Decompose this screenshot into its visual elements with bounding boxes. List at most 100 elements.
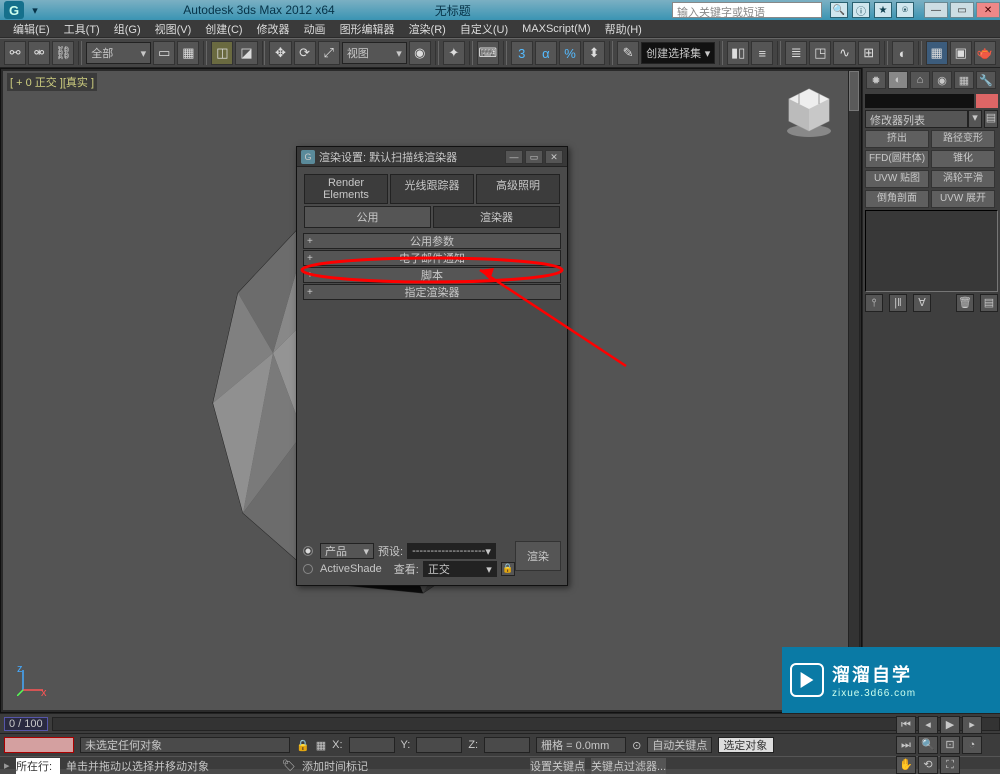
window-crossing-icon[interactable]: ◪ xyxy=(235,41,257,65)
tab-raytracer[interactable]: 光线跟踪器 xyxy=(390,174,474,204)
selected-dropdown[interactable]: 选定对象 xyxy=(718,737,774,753)
mod-ffd[interactable]: FFD(圆柱体) xyxy=(865,150,929,168)
mod-turbosmooth[interactable]: 涡轮平滑 xyxy=(931,170,995,188)
menu-view[interactable]: 视图(V) xyxy=(148,21,199,37)
orbit-icon[interactable]: ⟲ xyxy=(918,756,938,774)
rollout-email[interactable]: +电子邮件通知 xyxy=(303,250,561,266)
max-viewport-icon[interactable]: ⛶ xyxy=(940,756,960,774)
tab-motion[interactable]: ◉ xyxy=(932,71,952,89)
select-manipulate-icon[interactable]: ✦ xyxy=(443,41,465,65)
viewcube[interactable] xyxy=(779,81,839,141)
spinner-snap-icon[interactable]: ⬍ xyxy=(583,41,605,65)
minimize-button[interactable]: — xyxy=(924,2,948,18)
render-setup-icon[interactable]: ▦ xyxy=(926,41,948,65)
make-unique-icon[interactable]: ∀ xyxy=(913,294,931,312)
next-frame-icon[interactable]: ▸ xyxy=(962,716,982,734)
tab-common[interactable]: 公用 xyxy=(304,206,431,228)
pivot-icon[interactable]: ◉ xyxy=(409,41,431,65)
selection-filter[interactable]: 全部▾ xyxy=(86,42,151,64)
modifier-stack[interactable] xyxy=(865,210,998,292)
mod-uvwmap[interactable]: UVW 贴图 xyxy=(865,170,929,188)
help-icon[interactable]: ⓘ xyxy=(852,2,870,18)
select-icon[interactable]: ▭ xyxy=(153,41,175,65)
tab-adv-lighting[interactable]: 高级照明 xyxy=(476,174,560,204)
preset-dropdown[interactable]: --------------------▾ xyxy=(407,543,496,559)
bind-icon[interactable]: ⛓ xyxy=(52,41,74,65)
tab-create[interactable]: ✹ xyxy=(866,71,886,89)
keyfilter-button[interactable]: 关键点过滤器... xyxy=(591,758,666,774)
viewport-label[interactable]: [ + 0 正交 ][真实 ] xyxy=(7,73,97,91)
modifier-list[interactable]: 修改器列表 xyxy=(865,110,968,128)
script-handle-icon[interactable]: ▸ xyxy=(4,759,10,772)
mod-taper[interactable]: 锥化 xyxy=(931,150,995,168)
tab-renderer[interactable]: 渲染器 xyxy=(433,206,560,228)
rollout-scripts[interactable]: +脚本 xyxy=(303,267,561,283)
select-name-icon[interactable]: ▦ xyxy=(177,41,199,65)
link-icon[interactable]: ⚯ xyxy=(4,41,26,65)
script-row[interactable]: 所在行: xyxy=(16,758,60,774)
tab-display[interactable]: ▦ xyxy=(954,71,974,89)
product-dropdown[interactable]: 产品▾ xyxy=(320,543,374,559)
dialog-maximize-button[interactable]: ▭ xyxy=(525,150,543,164)
keyboard-shortcut-icon[interactable]: ⌨ xyxy=(477,41,499,65)
render-button[interactable]: 渲染 xyxy=(515,541,561,571)
menu-render[interactable]: 渲染(R) xyxy=(402,21,453,37)
render-frame-icon[interactable]: ▣ xyxy=(950,41,972,65)
ref-coord[interactable]: 视图▾ xyxy=(342,42,407,64)
vertical-scrollbar[interactable] xyxy=(848,70,860,697)
star-icon[interactable]: ★ xyxy=(874,2,892,18)
search-input[interactable]: 输入关键字或短语 xyxy=(672,2,822,18)
object-name-field[interactable] xyxy=(865,94,974,108)
move-icon[interactable]: ✥ xyxy=(269,41,291,65)
current-frame[interactable]: 0 / 100 xyxy=(4,717,48,731)
radio-product[interactable] xyxy=(303,546,313,556)
zoom-all-icon[interactable]: ⊡ xyxy=(940,736,960,754)
x-field[interactable] xyxy=(349,737,395,753)
edit-selection-set-icon[interactable]: ✎ xyxy=(617,41,639,65)
fov-icon[interactable]: ◔ xyxy=(962,736,982,754)
pan-icon[interactable]: ✋ xyxy=(896,756,916,774)
select-region-icon[interactable]: ◫ xyxy=(211,41,233,65)
unlink-icon[interactable]: ⚮ xyxy=(28,41,50,65)
dialog-minimize-button[interactable]: — xyxy=(505,150,523,164)
show-end-icon[interactable]: |‖ xyxy=(889,294,907,312)
tag-icon[interactable]: 🏷 xyxy=(282,759,296,772)
menu-create[interactable]: 创建(C) xyxy=(198,21,249,37)
script-listener[interactable] xyxy=(4,737,74,753)
configure-icon[interactable]: ▤ xyxy=(980,294,998,312)
snap-icon[interactable]: 3 xyxy=(511,41,533,65)
tab-render-elements[interactable]: Render Elements xyxy=(304,174,388,204)
tab-modify[interactable]: ◐ xyxy=(888,71,908,89)
mod-extrude[interactable]: 挤出 xyxy=(865,130,929,148)
coord-mode-icon[interactable]: ▦ xyxy=(316,739,326,752)
time-tag[interactable]: 添加时间标记 xyxy=(302,758,368,774)
curve-editor-icon[interactable]: ∿ xyxy=(833,41,855,65)
timeline[interactable]: 0 / 100 xyxy=(0,714,1000,734)
schematic-icon[interactable]: ⊞ xyxy=(858,41,880,65)
graphite-icon[interactable]: ◳ xyxy=(809,41,831,65)
object-color[interactable] xyxy=(976,94,998,108)
pin-stack-icon[interactable]: ⫯ xyxy=(865,294,883,312)
lock-view-icon[interactable]: 🔒 xyxy=(501,562,515,576)
view-dropdown[interactable]: 正交▾ xyxy=(423,561,497,577)
dropdown-arrow-icon[interactable]: ▾ xyxy=(28,4,42,17)
menu-tools[interactable]: 工具(T) xyxy=(57,21,107,37)
menu-group[interactable]: 组(G) xyxy=(107,21,148,37)
prev-frame-icon[interactable]: ◂ xyxy=(918,716,938,734)
named-selection[interactable]: 创建选择集▾ xyxy=(641,42,715,64)
mod-uvwunwrap[interactable]: UVW 展开 xyxy=(931,190,995,208)
menu-graph[interactable]: 图形编辑器 xyxy=(333,21,402,37)
search-icon[interactable]: 🔍 xyxy=(830,2,848,18)
mod-pathdeform[interactable]: 路径变形 xyxy=(931,130,995,148)
percent-snap-icon[interactable]: % xyxy=(559,41,581,65)
tab-hierarchy[interactable]: ⌂ xyxy=(910,71,930,89)
z-field[interactable] xyxy=(484,737,530,753)
rollout-common-params[interactable]: +公用参数 xyxy=(303,233,561,249)
key-mode-icon[interactable]: ⊙ xyxy=(632,739,641,752)
menu-maxscript[interactable]: MAXScript(M) xyxy=(515,23,597,35)
menu-help[interactable]: 帮助(H) xyxy=(598,21,649,37)
mirror-icon[interactable]: ▮▯ xyxy=(727,41,749,65)
close-button[interactable]: ✕ xyxy=(976,2,1000,18)
menu-modifiers[interactable]: 修改器 xyxy=(250,21,297,37)
setkey-button[interactable]: 设置关键点 xyxy=(530,758,585,774)
